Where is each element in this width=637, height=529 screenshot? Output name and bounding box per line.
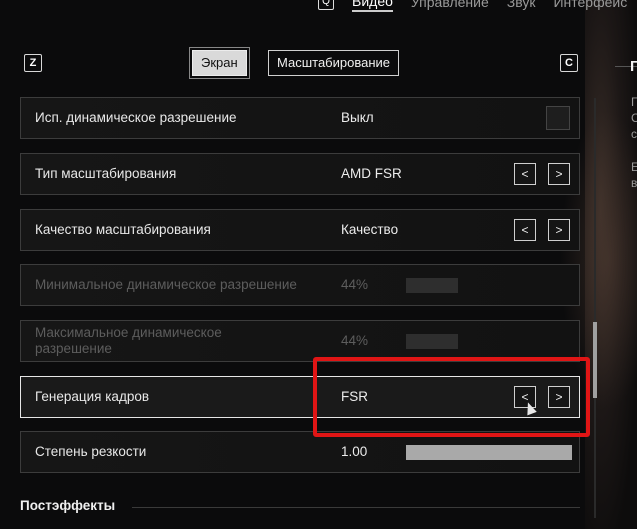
dynamic-resolution-checkbox[interactable] [546,106,570,130]
setting-value: Качество [341,222,399,237]
setting-label: Генерация кадров [35,389,150,404]
min-resolution-slider [406,278,458,293]
setting-label: Качество масштабирования [35,222,211,237]
key-hint-q: Q [318,0,334,10]
tab-screen[interactable]: Экран [192,50,247,76]
tab-controls[interactable]: Управление [411,0,489,10]
max-resolution-slider [406,334,458,349]
setting-label: Тип масштабирования [35,166,177,181]
description-text: в [631,176,637,190]
setting-label: Минимальное динамическое разрешение [35,277,297,292]
section-divider [132,507,580,508]
setting-value: 1.00 [341,444,368,459]
setting-min-dynamic-resolution: Минимальное динамическое разрешение 44% [20,264,580,306]
chevron-right-icon[interactable]: > [548,163,570,185]
setting-value: 44% [341,333,369,348]
setting-label: Исп. динамическое разрешение [35,110,237,125]
description-title: Г [630,58,637,75]
setting-max-dynamic-resolution: Максимальное динамическое разрешение 44% [20,320,580,362]
setting-value: AMD FSR [341,166,402,181]
tab-interface[interactable]: Интерфейс [553,0,627,10]
section-title-post-effects: Постэффекты [20,498,116,513]
scrollbar-track[interactable] [594,98,596,518]
setting-scaling-quality[interactable]: Качество масштабирования Качество < > [20,209,580,251]
scrollbar-thumb[interactable] [593,322,597,398]
setting-label: Максимальное динамическое разрешение [35,325,222,356]
top-nav: Q Видео Управление Звук Интерфейс [318,0,627,12]
description-text: С [631,111,637,125]
setting-value: 44% [341,277,369,292]
key-hint-c: C [560,54,578,72]
setting-label: Степень резкости [35,444,147,459]
chevron-left-icon[interactable]: < [514,219,536,241]
tab-sound[interactable]: Звук [507,0,536,10]
sharpness-slider[interactable] [406,445,572,460]
key-hint-z: Z [24,54,42,72]
description-text: с [631,127,637,141]
tab-scaling[interactable]: Масштабирование [268,50,400,76]
highlight-box [313,357,590,437]
tab-video[interactable]: Видео [352,0,393,12]
description-text: Е [631,160,637,174]
setting-value: Выкл [341,110,374,125]
chevron-left-icon[interactable]: < [514,163,536,185]
chevron-right-icon[interactable]: > [548,219,570,241]
setting-scaling-type[interactable]: Тип масштабирования AMD FSR < > [20,153,580,195]
description-text: Г [631,95,637,109]
setting-sharpness[interactable]: Степень резкости 1.00 [20,431,580,473]
setting-dynamic-resolution[interactable]: Исп. динамическое разрешение Выкл [20,97,580,139]
